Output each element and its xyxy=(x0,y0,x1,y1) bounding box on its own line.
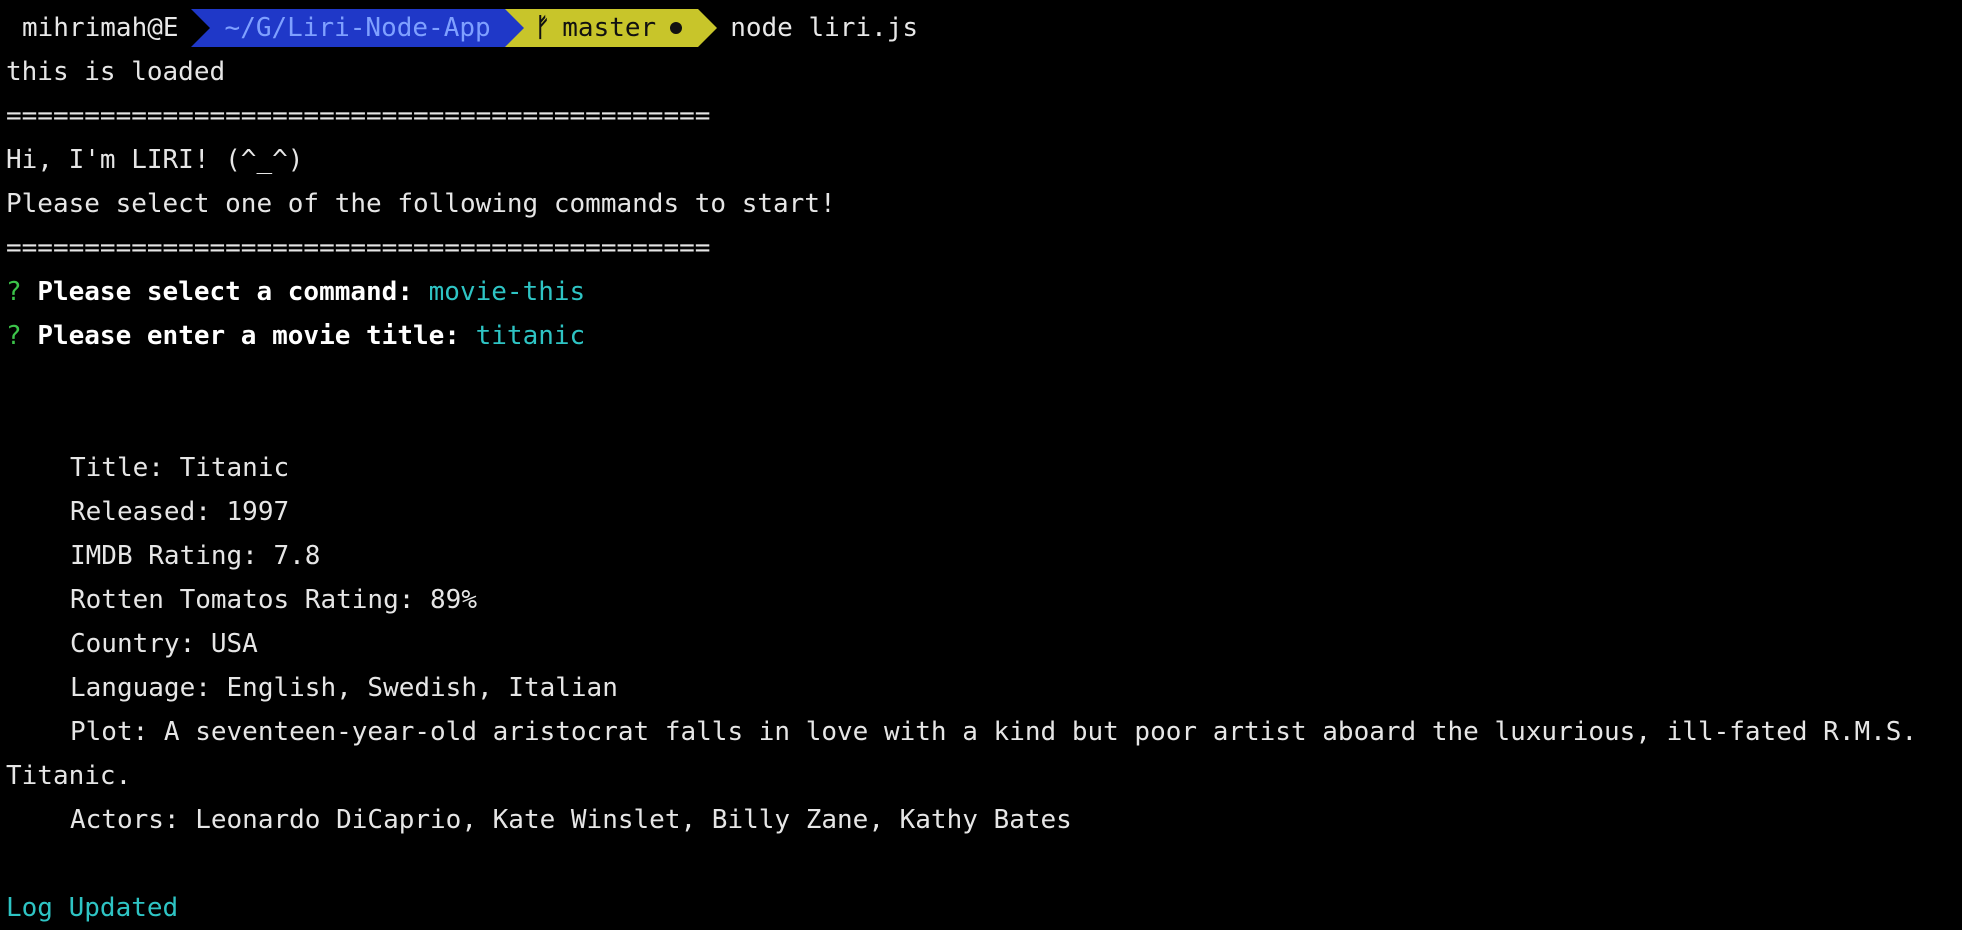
prompt-git-branch: ᚠ master xyxy=(504,9,718,47)
movie-imdb-rating: IMDB Rating: 7.8 xyxy=(70,541,321,571)
shell-prompt: mihrimah@E ~/G/Liri-Node-App ᚠ master no… xyxy=(0,9,918,47)
command-text: node liri.js xyxy=(730,13,919,43)
movie-language: Language: English, Swedish, Italian xyxy=(70,673,618,703)
movie-country: Country: USA xyxy=(70,629,258,659)
question-mark-icon: ? xyxy=(6,277,22,307)
separator-line: ========================================… xyxy=(6,101,711,131)
greeting-text: Hi, I'm LIRI! (^_^) xyxy=(6,145,304,175)
question-label: Please enter a movie title: xyxy=(37,321,460,351)
prompt-separator-arrow xyxy=(190,9,210,47)
prompt-directory: ~/G/Liri-Node-App xyxy=(190,9,524,47)
movie-plot-continued: Titanic. xyxy=(6,761,132,791)
prompt-separator-arrow xyxy=(698,9,718,47)
question-answer: titanic xyxy=(475,321,586,351)
separator-line: ========================================… xyxy=(6,233,711,263)
movie-rotten-rating: Rotten Tomatos Rating: 89% xyxy=(70,585,477,615)
movie-plot: Plot: A seventeen-year-old aristocrat fa… xyxy=(70,717,1918,747)
question-label: Please select a command: xyxy=(37,277,413,307)
branch-text: master xyxy=(562,13,657,43)
instruction-text: Please select one of the following comma… xyxy=(6,189,836,219)
command-question: ? Please select a command: movie-this xyxy=(6,272,585,312)
question-answer: movie-this xyxy=(428,277,586,307)
git-branch-icon: ᚠ xyxy=(534,13,551,43)
prompt-separator-arrow xyxy=(504,9,524,47)
movie-actors: Actors: Leonardo DiCaprio, Kate Winslet,… xyxy=(70,805,1072,835)
question-mark-icon: ? xyxy=(6,321,22,351)
movie-released: Released: 1997 xyxy=(70,497,290,527)
prompt-user-host: mihrimah@E xyxy=(0,9,210,47)
directory-text: ~/G/Liri-Node-App xyxy=(224,13,491,43)
user-host-text: mihrimah@E xyxy=(22,13,179,43)
movie-title: Title: Titanic xyxy=(70,453,290,483)
loaded-message: this is loaded xyxy=(6,57,226,87)
movie-question: ? Please enter a movie title: titanic xyxy=(6,316,585,356)
log-status: Log Updated xyxy=(6,893,179,923)
dirty-dot-icon xyxy=(670,22,683,34)
